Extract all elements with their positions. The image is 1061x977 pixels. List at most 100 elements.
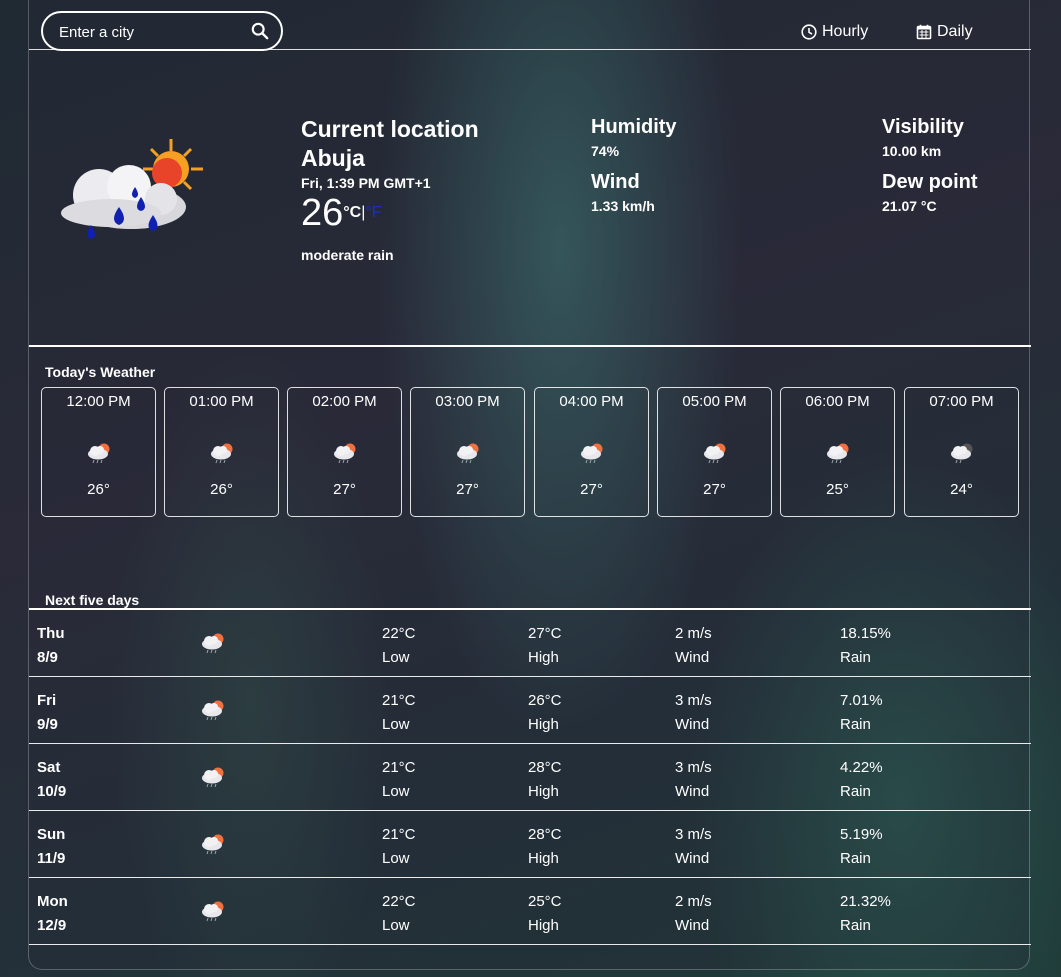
five-day-title: Next five days — [45, 592, 140, 608]
day-row: Sun 11/9 21°C Low 28°C High 3 m/s Wind 5.19%… — [29, 810, 1031, 877]
hour-card: 02:00 PM 27° — [287, 387, 402, 517]
rain-chance: 4.22% Rain — [840, 759, 883, 800]
sun-cloud-rain-icon — [578, 440, 606, 464]
hour-card: 12:00 PM 26° — [41, 387, 156, 517]
temp-value: 26 — [301, 192, 344, 234]
daily-button[interactable]: Daily — [916, 21, 973, 43]
sun-cloud-rain-icon — [199, 898, 227, 922]
hour-temp: 25° — [826, 481, 849, 498]
hour-temp: 24° — [950, 481, 973, 498]
high-temp: 28°C High — [528, 826, 562, 867]
sun-cloud-rain-icon — [208, 440, 236, 464]
city-name: Abuja — [301, 145, 365, 171]
hour-time: 05:00 PM — [682, 393, 747, 410]
rain-chance: 21.32% Rain — [840, 893, 891, 934]
current-weather: Current location Abuja Fri, 1:39 PM GMT+… — [29, 49, 1031, 347]
wind-value: 1.33 km/h — [591, 198, 655, 214]
wind-speed: 3 m/s Wind — [675, 692, 712, 733]
day-row: Mon 12/9 22°C Low 25°C High 2 m/s Wind 21.32… — [29, 877, 1031, 945]
humidity-value: 74% — [591, 143, 620, 159]
day-row: Sat 10/9 21°C Low 28°C High 3 m/s Wind 4.22%… — [29, 743, 1031, 810]
hour-time: 12:00 PM — [66, 393, 131, 410]
top-bar: Hourly Daily — [29, 1, 1031, 51]
location-title: Current location — [301, 116, 479, 142]
low-temp: 22°C Low — [382, 625, 416, 666]
dew-point-label: Dew point — [882, 171, 978, 193]
hourly-forecast: 12:00 PM 26° 01:00 PM 26° 02:00 PM 27° 0… — [41, 387, 1021, 519]
weather-app: Hourly Daily — [28, 0, 1031, 970]
hour-temp: 27° — [703, 481, 726, 498]
wind-speed: 2 m/s Wind — [675, 625, 712, 666]
day-name: Sat 10/9 — [37, 759, 67, 800]
day-name: Sun 11/9 — [37, 826, 66, 867]
hour-card: 04:00 PM 27° — [534, 387, 649, 517]
location-block: Current location Abuja Fri, 1:39 PM GMT+… — [301, 115, 479, 263]
hour-time: 07:00 PM — [929, 393, 994, 410]
hour-time: 01:00 PM — [189, 393, 254, 410]
wind-speed: 3 m/s Wind — [675, 759, 712, 800]
day-row: Thu 8/9 22°C Low 27°C High 2 m/s Wind 18.15%… — [29, 608, 1031, 676]
wind-label: Wind — [591, 171, 640, 193]
hour-card: 05:00 PM 27° — [657, 387, 772, 517]
day-name: Fri 9/9 — [37, 692, 58, 733]
search-input[interactable] — [57, 21, 241, 43]
sun-cloud-rain-icon — [85, 440, 113, 464]
low-temp: 21°C Low — [382, 692, 416, 733]
high-temp: 26°C High — [528, 692, 562, 733]
hour-card: 07:00 PM 24° — [904, 387, 1019, 517]
low-temp: 21°C Low — [382, 759, 416, 800]
visibility-value: 10.00 km — [882, 143, 942, 159]
hour-time: 03:00 PM — [435, 393, 500, 410]
hour-card: 03:00 PM 27° — [410, 387, 525, 517]
clock-icon — [801, 24, 817, 40]
wind-block: Wind 1.33 km/h — [591, 170, 655, 214]
rain-chance: 18.15% Rain — [840, 625, 891, 666]
sun-cloud-rain-icon — [199, 630, 227, 654]
hour-temp: 27° — [580, 481, 603, 498]
rain-chance: 5.19% Rain — [840, 826, 883, 867]
rain-cloud-sun-icon — [61, 139, 203, 239]
local-time: Fri, 1:39 PM GMT+1 — [301, 175, 431, 191]
visibility-block: Visibility 10.00 km — [882, 115, 964, 159]
hour-card: 06:00 PM 25° — [780, 387, 895, 517]
hourly-label: Hourly — [822, 23, 869, 40]
search-box[interactable] — [41, 11, 283, 51]
hour-time: 02:00 PM — [312, 393, 377, 410]
hour-temp: 27° — [333, 481, 356, 498]
high-temp: 28°C High — [528, 759, 562, 800]
high-temp: 27°C High — [528, 625, 562, 666]
hour-time: 04:00 PM — [559, 393, 624, 410]
hour-card: 01:00 PM 26° — [164, 387, 279, 517]
five-day-forecast: Thu 8/9 22°C Low 27°C High 2 m/s Wind 18.15%… — [29, 608, 1031, 945]
hour-temp: 27° — [456, 481, 479, 498]
wind-speed: 3 m/s Wind — [675, 826, 712, 867]
sun-cloud-rain-icon — [199, 764, 227, 788]
hour-temp: 26° — [210, 481, 233, 498]
day-row: Fri 9/9 21°C Low 26°C High 3 m/s Wind 7.01% R… — [29, 676, 1031, 743]
sun-cloud-rain-icon — [824, 440, 852, 464]
sun-cloud-rain-icon — [331, 440, 359, 464]
high-temp: 25°C High — [528, 893, 562, 934]
daily-label: Daily — [937, 23, 973, 40]
unit-toggle: °C|°F — [343, 193, 381, 233]
sun-cloud-rain-icon — [199, 831, 227, 855]
hourly-button[interactable]: Hourly — [801, 21, 868, 43]
rain-chance: 7.01% Rain — [840, 692, 883, 733]
day-name: Mon 12/9 — [37, 893, 68, 934]
fahrenheit-toggle[interactable]: °F — [365, 204, 381, 221]
calendar-icon — [916, 24, 932, 40]
search-icon[interactable] — [251, 22, 269, 40]
wind-speed: 2 m/s Wind — [675, 893, 712, 934]
day-name: Thu 8/9 — [37, 625, 65, 666]
sun-cloud-rain-icon — [454, 440, 482, 464]
celsius-toggle[interactable]: °C — [343, 204, 361, 221]
low-temp: 22°C Low — [382, 893, 416, 934]
hour-temp: 26° — [87, 481, 110, 498]
dew-point-block: Dew point 21.07 °C — [882, 170, 978, 214]
hour-time: 06:00 PM — [805, 393, 870, 410]
dew-point-value: 21.07 °C — [882, 198, 937, 214]
sun-cloud-rain-icon — [701, 440, 729, 464]
humidity-label: Humidity — [591, 116, 677, 138]
moon-cloud-rain-icon — [948, 440, 976, 464]
low-temp: 21°C Low — [382, 826, 416, 867]
